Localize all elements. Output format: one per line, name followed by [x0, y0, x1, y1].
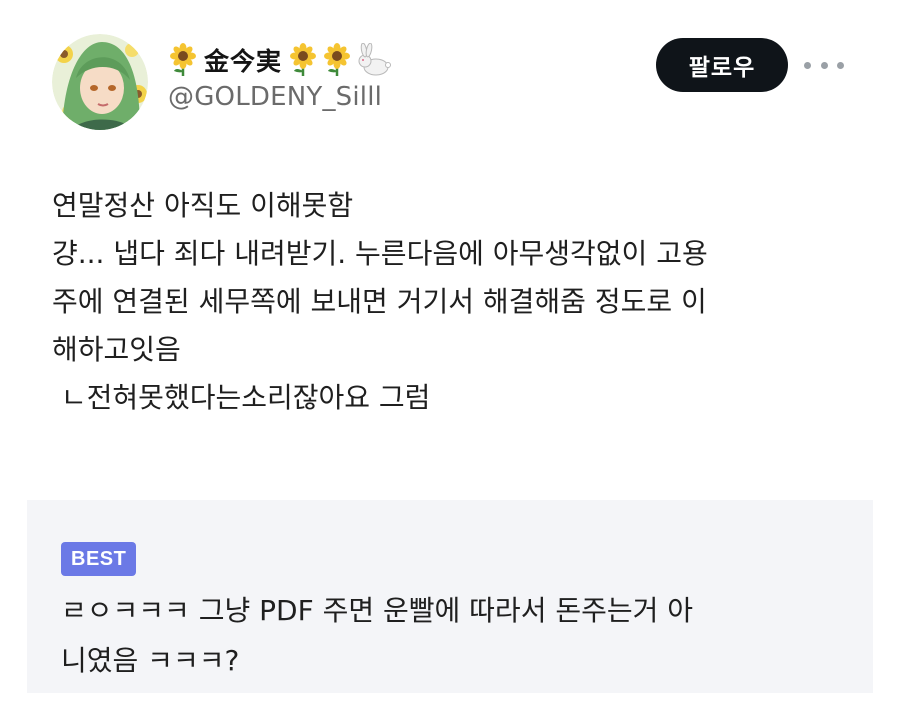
comment-line: ㄹㅇㅋㅋㅋ 그냥 PDF 주면 운빨에 따라서 돈주는거 아	[61, 594, 694, 627]
tweet-line: 걍... 냅다 죄다 내려받기. 누른다음에 아무생각없이 고용	[52, 237, 708, 270]
tweet-line: ㄴ전혀못했다는소리잖아요 그럼	[52, 381, 431, 414]
sunflower-icon	[290, 43, 317, 76]
tweet-header: 金今実 @GOLDENY_Silll 팔로우	[52, 34, 852, 130]
more-dot	[804, 61, 811, 69]
comment-text: ㄹㅇㅋㅋㅋ 그냥 PDF 주면 운빨에 따라서 돈주는거 아 니였음 ㅋㅋㅋ?	[61, 586, 851, 686]
best-comment: BEST ㄹㅇㅋㅋㅋ 그냥 PDF 주면 운빨에 따라서 돈주는거 아 니였음 …	[27, 500, 873, 693]
more-options-icon[interactable]	[804, 52, 844, 78]
tweet-line: 주에 연결된 세무쪽에 보내면 거기서 해결해줌 정도로 이	[52, 285, 707, 318]
tweet-line: 연말정산 아직도 이해못함	[52, 189, 354, 222]
sunflower-icon	[170, 43, 196, 76]
user-info: 金今実 @GOLDENY_Silll	[168, 40, 392, 112]
tweet-text: 연말정산 아직도 이해못함 걍... 냅다 죄다 내려받기. 누른다음에 아무생…	[52, 182, 852, 422]
more-dot	[837, 61, 844, 69]
display-name[interactable]: 金今実	[204, 42, 282, 78]
comment-line: 니였음 ㅋㅋㅋ?	[61, 644, 240, 677]
rabbit-icon	[358, 43, 392, 76]
display-name-row[interactable]: 金今実	[168, 40, 392, 80]
sunflower-icon	[324, 43, 351, 76]
more-dot	[820, 61, 828, 69]
best-badge: BEST	[61, 542, 137, 576]
avatar[interactable]	[52, 34, 148, 130]
user-handle[interactable]: @GOLDENY_Silll	[168, 82, 392, 112]
tweet-line: 해하고잇음	[52, 333, 181, 366]
follow-button[interactable]: 팔로우	[656, 38, 788, 92]
